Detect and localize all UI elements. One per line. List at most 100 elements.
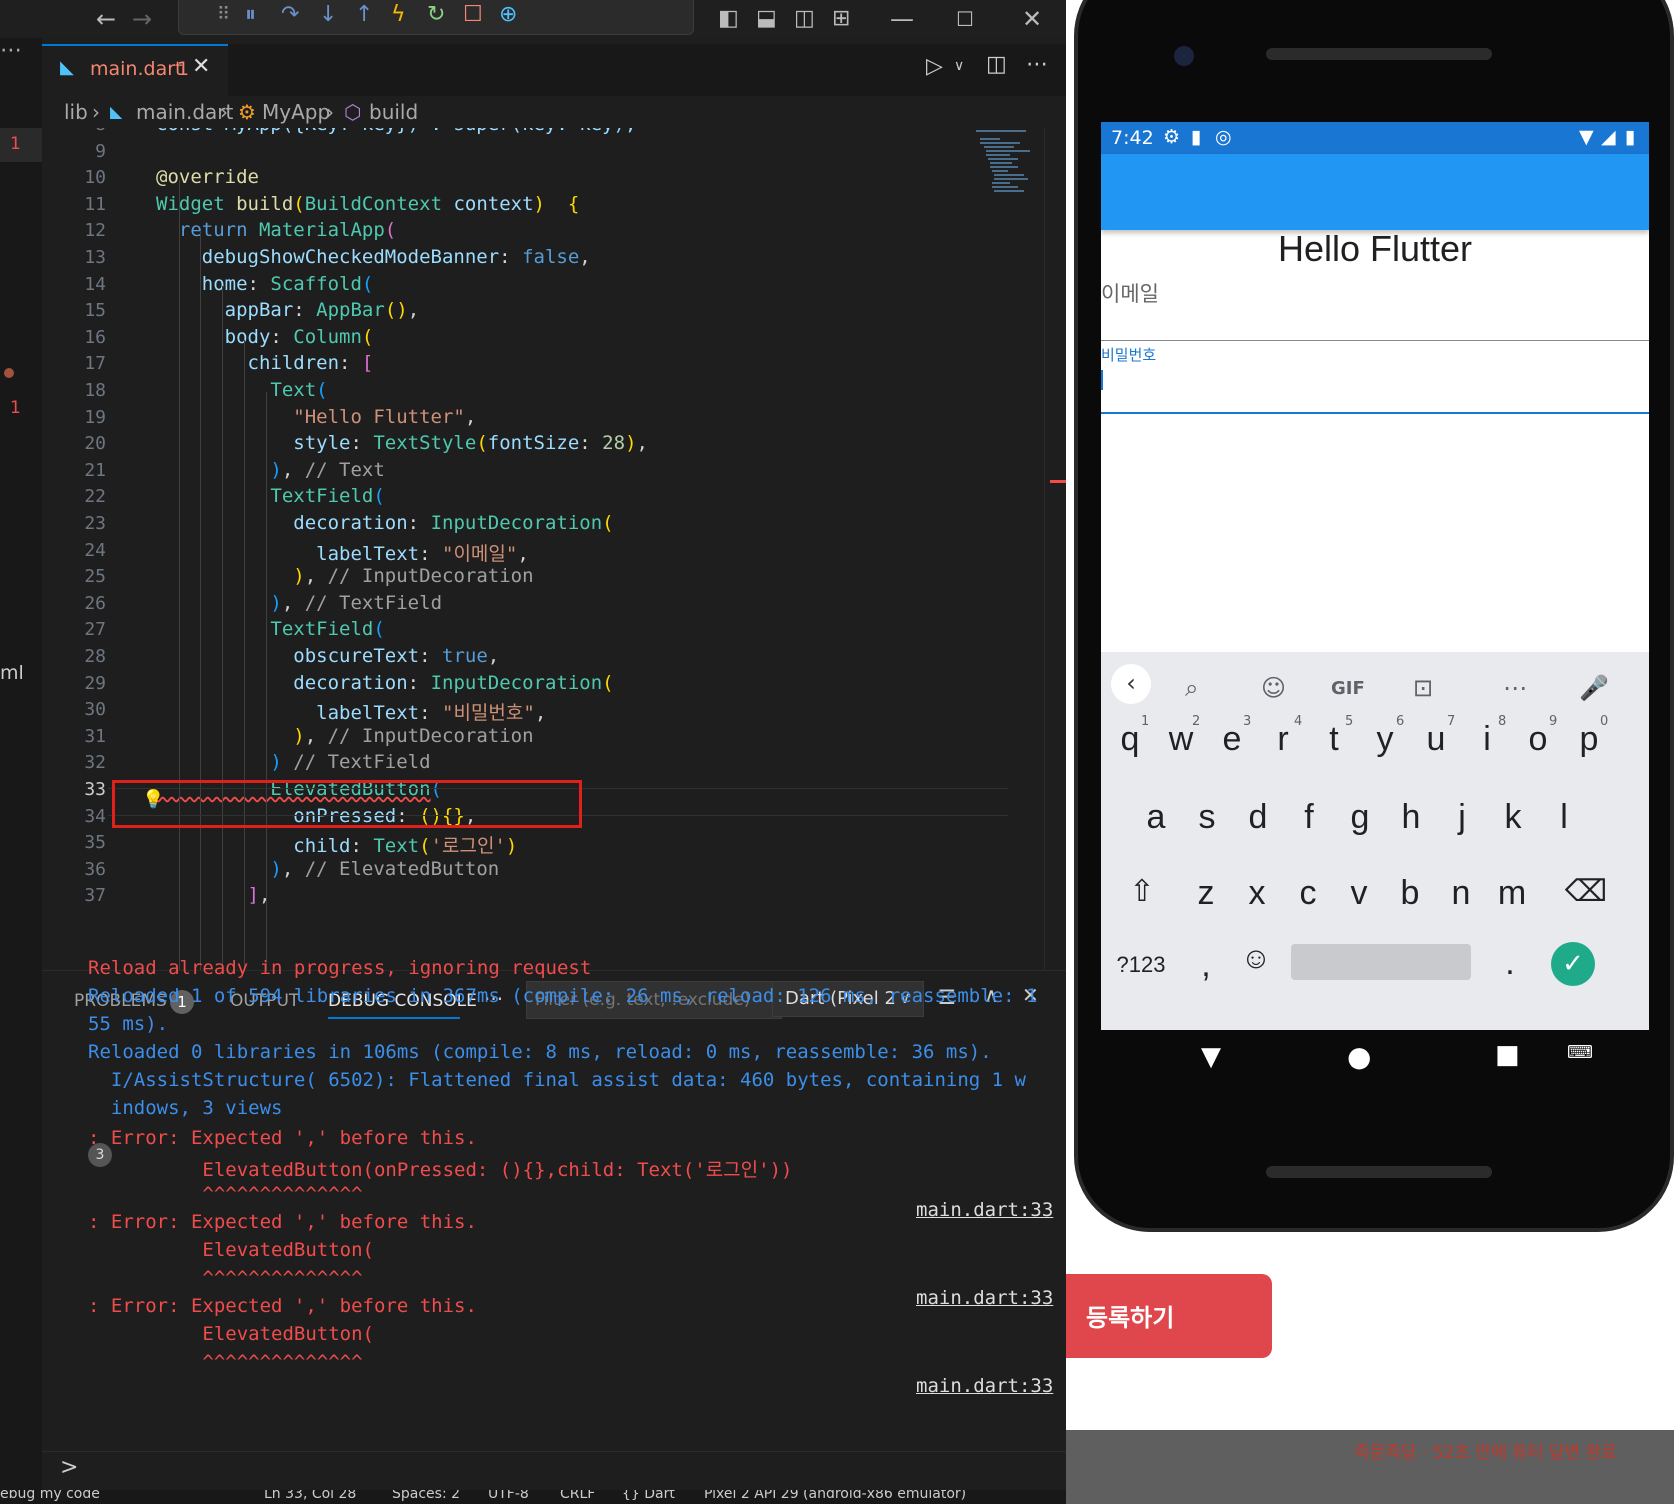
code-editor[interactable]: 8 const MyApp({Key? key}) : super(key: ke…: [42, 128, 1066, 970]
key-f[interactable]: f: [1284, 798, 1334, 837]
key-hint-number: 7: [1447, 714, 1456, 729]
code-token: :: [270, 325, 294, 348]
symbols-key[interactable]: ?123: [1111, 952, 1171, 978]
code-line: ), // InputDecoration: [156, 725, 533, 747]
customize-layout-icon[interactable]: ⊞: [832, 4, 850, 34]
emoji-icon[interactable]: ☺: [1231, 942, 1281, 976]
step-out-icon[interactable]: ↑: [355, 2, 373, 28]
key-l[interactable]: l: [1539, 798, 1589, 837]
breadcrumb-class[interactable]: MyApp: [262, 100, 330, 124]
status-spaces[interactable]: Spaces: 2: [392, 1490, 460, 1502]
toggle-secondary-sidebar-icon[interactable]: ◫: [794, 4, 815, 34]
code-token: :: [419, 542, 442, 565]
key-k[interactable]: k: [1488, 798, 1538, 837]
microphone-icon[interactable]: 🎤: [1579, 674, 1609, 702]
key-n[interactable]: n: [1436, 874, 1486, 913]
hot-reload-icon[interactable]: ϟ: [391, 2, 406, 28]
status-device[interactable]: Pixel 2 API 29 (android-x86 emulator): [704, 1490, 966, 1502]
restart-icon[interactable]: ↻: [427, 2, 445, 28]
comma-key[interactable]: ,: [1181, 946, 1231, 985]
tab-label: main.dart: [90, 58, 183, 80]
scrollbar-track[interactable]: [1044, 128, 1045, 970]
space-bar[interactable]: [1291, 944, 1471, 980]
key-j[interactable]: j: [1437, 798, 1487, 837]
key-s[interactable]: s: [1182, 798, 1232, 837]
key-hint-number: 3: [1243, 714, 1252, 729]
close-window-icon[interactable]: ✕: [1022, 4, 1042, 34]
console-line: I/AssistStructure( 6502): Flattened fina…: [88, 1069, 1026, 1091]
translate-icon[interactable]: ⊡: [1413, 674, 1433, 702]
error-link-3[interactable]: main.dart:33: [916, 1375, 1053, 1397]
webpage-footer: 즉문즉답 · 52초 만에 튜터 답변 완료: [1066, 1430, 1674, 1504]
status-encoding[interactable]: UTF-8: [488, 1490, 529, 1502]
toggle-sidebar-icon[interactable]: ◧: [718, 4, 739, 34]
forward-arrow-icon[interactable]: →: [132, 4, 152, 34]
backspace-icon[interactable]: ⌫: [1561, 874, 1611, 909]
password-field[interactable]: 비밀번호: [1101, 344, 1649, 414]
nav-recents-icon[interactable]: ■: [1495, 1040, 1520, 1070]
tab-main-dart[interactable]: ◣ main.dart 1 ✕: [42, 44, 228, 96]
search-icon[interactable]: ⌕: [1185, 674, 1198, 702]
email-field[interactable]: 이메일: [1101, 274, 1649, 341]
key-d[interactable]: d: [1233, 798, 1283, 837]
key-a[interactable]: a: [1131, 798, 1181, 837]
more-options-icon[interactable]: ⋯: [1503, 674, 1527, 702]
nav-home-icon[interactable]: ●: [1347, 1040, 1371, 1073]
done-check-icon[interactable]: ✓: [1551, 942, 1595, 986]
error-link-2[interactable]: main.dart:33: [916, 1287, 1053, 1309]
keyboard-switch-icon[interactable]: ⌨: [1567, 1042, 1593, 1063]
editor-more-icon[interactable]: ⋯: [1026, 52, 1048, 77]
maximize-icon[interactable]: ☐: [956, 4, 974, 34]
period-key[interactable]: .: [1485, 944, 1535, 983]
indent-guide: [200, 232, 201, 970]
register-button[interactable]: 등록하기: [1066, 1274, 1272, 1358]
breadcrumb-file[interactable]: main.dart: [136, 100, 233, 124]
step-into-icon[interactable]: ↓: [319, 2, 337, 28]
battery-icon: ▮: [1625, 126, 1636, 148]
stop-icon[interactable]: ☐: [463, 2, 483, 28]
key-h[interactable]: h: [1386, 798, 1436, 837]
key-v[interactable]: v: [1334, 874, 1384, 913]
code-token: ,: [534, 702, 547, 725]
devtools-icon[interactable]: ⊕: [499, 2, 517, 28]
gif-icon[interactable]: GIF: [1331, 678, 1365, 699]
key-b[interactable]: b: [1385, 874, 1435, 913]
status-eol[interactable]: CRLF: [560, 1490, 595, 1502]
nav-back-icon[interactable]: ▼: [1201, 1042, 1221, 1072]
vscode-window: ← → ⠿ ⏸ ↷ ↓ ↑ ϟ ↻ ☐ ⊕ ◧ ⬓ ◫ ⊞ — ☐ ✕ ⋯ 1 …: [0, 0, 1066, 1504]
run-dropdown-icon[interactable]: ∨: [954, 58, 964, 74]
toggle-panel-icon[interactable]: ⬓: [756, 4, 777, 34]
run-icon[interactable]: ▷: [926, 54, 943, 79]
split-editor-icon[interactable]: ◫: [986, 52, 1007, 77]
drag-handle-icon[interactable]: ⠿: [217, 2, 230, 28]
back-arrow-icon[interactable]: ←: [96, 4, 116, 34]
status-cursor-pos[interactable]: Ln 33, Col 28: [264, 1490, 356, 1502]
key-g[interactable]: g: [1335, 798, 1385, 837]
pause-icon[interactable]: ⏸: [245, 2, 256, 28]
error-link-1[interactable]: main.dart:33: [916, 1199, 1053, 1221]
step-over-icon[interactable]: ↷: [281, 2, 299, 28]
lightbulb-icon[interactable]: 💡: [142, 789, 164, 810]
code-token: TextField: [156, 618, 374, 641]
status-language[interactable]: {} Dart: [622, 1490, 675, 1502]
key-z[interactable]: z: [1181, 874, 1231, 913]
key-m[interactable]: m: [1487, 874, 1537, 913]
key-x[interactable]: x: [1232, 874, 1282, 913]
code-token: ): [505, 835, 518, 858]
close-tab-icon[interactable]: ✕: [192, 54, 210, 79]
key-c[interactable]: c: [1283, 874, 1333, 913]
breadcrumb-method[interactable]: build: [369, 100, 418, 124]
minimize-icon[interactable]: —: [890, 4, 914, 34]
tab-error-count: 1: [177, 58, 190, 80]
console-prompt[interactable]: >: [60, 1455, 78, 1480]
breadcrumb-lib[interactable]: lib: [64, 100, 88, 124]
sticker-icon[interactable]: ☺: [1261, 674, 1286, 702]
more-icon[interactable]: ⋯: [0, 38, 22, 63]
indent-guide: [222, 286, 223, 970]
breakpoint-dot-icon: [4, 368, 14, 378]
shift-icon[interactable]: ⇧: [1117, 874, 1167, 909]
minimap[interactable]: [972, 128, 1044, 208]
back-chevron-icon[interactable]: ‹: [1111, 664, 1151, 704]
code-token: (: [419, 835, 431, 858]
status-launch[interactable]: ebug my code: [0, 1490, 100, 1502]
